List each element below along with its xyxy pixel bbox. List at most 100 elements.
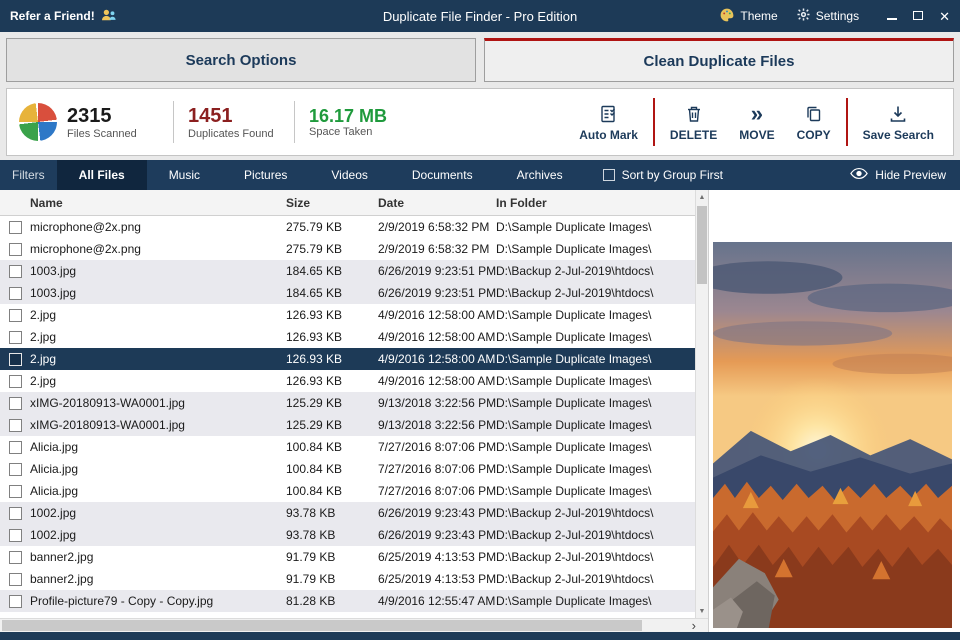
header-in-folder[interactable]: In Folder [496, 196, 695, 210]
file-date-cell: 9/13/2018 3:22:56 PM [378, 418, 496, 432]
refer-a-friend-button[interactable]: Refer a Friend! [10, 8, 118, 25]
row-checkbox[interactable] [9, 309, 22, 322]
row-checkbox[interactable] [9, 551, 22, 564]
file-date-cell: 4/9/2016 12:55:47 AM [378, 594, 496, 608]
table-row[interactable]: 1003.jpg184.65 KB6/26/2019 9:23:51 PMD:\… [0, 260, 695, 282]
table-row[interactable]: microphone@2x.png275.79 KB2/9/2019 6:58:… [0, 216, 695, 238]
stats-toolbar: 2315 Files Scanned 1451 Duplicates Found… [6, 88, 954, 156]
row-checkbox[interactable] [9, 375, 22, 388]
table-row[interactable]: Alicia.jpg100.84 KB7/27/2016 8:07:06 PMD… [0, 480, 695, 502]
row-checkbox[interactable] [9, 573, 22, 586]
row-checkbox[interactable] [9, 485, 22, 498]
row-checkbox[interactable] [9, 397, 22, 410]
table-body: microphone@2x.png275.79 KB2/9/2019 6:58:… [0, 216, 695, 618]
preview-pane [708, 190, 960, 632]
header-size[interactable]: Size [286, 196, 378, 210]
duplicates-found-label: Duplicates Found [188, 128, 280, 140]
row-checkbox[interactable] [9, 441, 22, 454]
row-checkbox[interactable] [9, 507, 22, 520]
vertical-scroll-thumb[interactable] [697, 206, 707, 284]
move-button[interactable]: »MOVE [728, 103, 785, 142]
close-button[interactable]: ✕ [939, 10, 950, 23]
header-date[interactable]: Date [378, 196, 496, 210]
scroll-right-arrow-icon[interactable]: › [692, 619, 696, 632]
row-checkbox[interactable] [9, 595, 22, 608]
divider [173, 101, 174, 143]
file-size-cell: 126.93 KB [286, 352, 378, 366]
file-date-cell: 6/26/2019 9:23:43 PM [378, 528, 496, 542]
tab-clean-duplicate-files[interactable]: Clean Duplicate Files [484, 38, 954, 82]
file-size-cell: 275.79 KB [286, 242, 378, 256]
file-name-cell: Alicia.jpg [30, 462, 286, 476]
row-checkbox[interactable] [9, 265, 22, 278]
file-name-cell: Alicia.jpg [30, 440, 286, 454]
table-row[interactable]: 2.jpg126.93 KB4/9/2016 12:58:00 AMD:\Sam… [0, 326, 695, 348]
sort-by-group-checkbox[interactable]: Sort by Group First [603, 168, 723, 182]
row-checkbox[interactable] [9, 243, 22, 256]
file-size-cell: 93.78 KB [286, 506, 378, 520]
filter-tab-documents[interactable]: Documents [390, 160, 495, 190]
filter-tab-archives[interactable]: Archives [495, 160, 585, 190]
refer-friend-icon [100, 8, 118, 25]
minimize-button[interactable] [887, 9, 897, 23]
row-checkbox[interactable] [9, 221, 22, 234]
table-row[interactable]: 2.jpg126.93 KB4/9/2016 12:58:00 AMD:\Sam… [0, 348, 695, 370]
file-size-cell: 126.93 KB [286, 330, 378, 344]
file-date-cell: 9/13/2018 3:22:56 PM [378, 396, 496, 410]
theme-button[interactable]: Theme [719, 7, 777, 26]
auto-mark-button[interactable]: Auto Mark [568, 103, 649, 142]
row-checkbox[interactable] [9, 331, 22, 344]
table-row[interactable]: 1002.jpg93.78 KB6/26/2019 9:23:43 PMD:\B… [0, 524, 695, 546]
row-checkbox[interactable] [9, 529, 22, 542]
stat-files-scanned: 2315 Files Scanned [67, 105, 159, 140]
table-row[interactable]: 1002.jpg93.78 KB6/26/2019 9:23:43 PMD:\B… [0, 502, 695, 524]
scroll-up-arrow-icon[interactable]: ▲ [696, 190, 708, 204]
filter-tab-music[interactable]: Music [147, 160, 222, 190]
actions-toolbar: Auto Mark DELETE»MOVECOPY Save Search [568, 98, 945, 146]
table-row[interactable]: banner2.jpg91.79 KB6/25/2019 4:13:53 PMD… [0, 568, 695, 590]
row-checkbox[interactable] [9, 353, 22, 366]
copy-button[interactable]: COPY [786, 103, 842, 142]
table-row[interactable]: microphone@2x.png275.79 KB2/9/2019 6:58:… [0, 238, 695, 260]
table-row[interactable]: Alicia.jpg100.84 KB7/27/2016 8:07:06 PMD… [0, 458, 695, 480]
header-name[interactable]: Name [30, 196, 286, 210]
hide-preview-label: Hide Preview [875, 168, 946, 182]
file-date-cell: 2/9/2019 6:58:32 PM [378, 220, 496, 234]
row-checkbox[interactable] [9, 287, 22, 300]
table-row[interactable]: 2.jpg126.93 KB4/9/2016 12:58:00 AMD:\Sam… [0, 370, 695, 392]
horizontal-scrollbar[interactable]: › [0, 618, 708, 632]
save-search-button[interactable]: Save Search [852, 103, 945, 142]
delete-button[interactable]: DELETE [659, 103, 728, 142]
file-size-cell: 126.93 KB [286, 374, 378, 388]
automark-icon [599, 103, 619, 125]
row-checkbox[interactable] [9, 463, 22, 476]
table-row[interactable]: Profile-picture79 - Copy - Copy.jpg81.28… [0, 590, 695, 612]
table-row[interactable]: xIMG-20180913-WA0001.jpg125.29 KB9/13/20… [0, 392, 695, 414]
table-row[interactable]: banner2.jpg91.79 KB6/25/2019 4:13:53 PMD… [0, 546, 695, 568]
settings-button[interactable]: Settings [796, 7, 859, 25]
file-size-cell: 81.28 KB [286, 594, 378, 608]
divider [294, 101, 295, 143]
tab-search-options[interactable]: Search Options [6, 38, 476, 82]
hide-preview-button[interactable]: Hide Preview [836, 167, 960, 183]
file-name-cell: xIMG-20180913-WA0001.jpg [30, 418, 286, 432]
filter-tab-videos[interactable]: Videos [309, 160, 389, 190]
filter-tab-pictures[interactable]: Pictures [222, 160, 309, 190]
maximize-button[interactable] [913, 9, 923, 23]
horizontal-scroll-thumb[interactable] [2, 620, 642, 631]
bottom-bar [0, 632, 960, 640]
table-row[interactable]: 2.jpg126.93 KB4/9/2016 12:58:00 AMD:\Sam… [0, 304, 695, 326]
file-folder-cell: D:\Backup 2-Jul-2019\htdocs\ [496, 506, 695, 520]
row-checkbox[interactable] [9, 419, 22, 432]
file-folder-cell: D:\Sample Duplicate Images\ [496, 396, 695, 410]
copy-icon [804, 103, 824, 125]
stat-space-taken: 16.17 MB Space Taken [309, 106, 401, 139]
table-row[interactable]: xIMG-20180913-WA0001.jpg125.29 KB9/13/20… [0, 414, 695, 436]
table-row[interactable]: 1003.jpg184.65 KB6/26/2019 9:23:51 PMD:\… [0, 282, 695, 304]
file-date-cell: 6/26/2019 9:23:51 PM [378, 264, 496, 278]
vertical-scrollbar[interactable]: ▲ ▼ [695, 190, 708, 618]
filter-tab-all-files[interactable]: All Files [57, 160, 147, 190]
file-folder-cell: D:\Sample Duplicate Images\ [496, 220, 695, 234]
scroll-down-arrow-icon[interactable]: ▼ [696, 604, 708, 618]
table-row[interactable]: Alicia.jpg100.84 KB7/27/2016 8:07:06 PMD… [0, 436, 695, 458]
